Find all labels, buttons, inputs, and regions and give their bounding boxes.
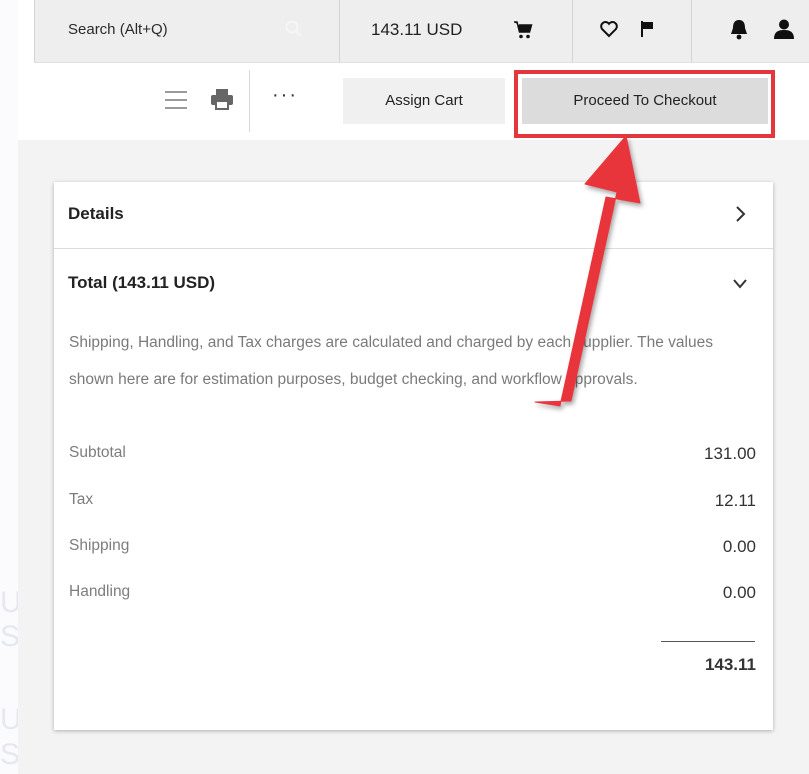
annotation-arrow <box>534 135 641 407</box>
